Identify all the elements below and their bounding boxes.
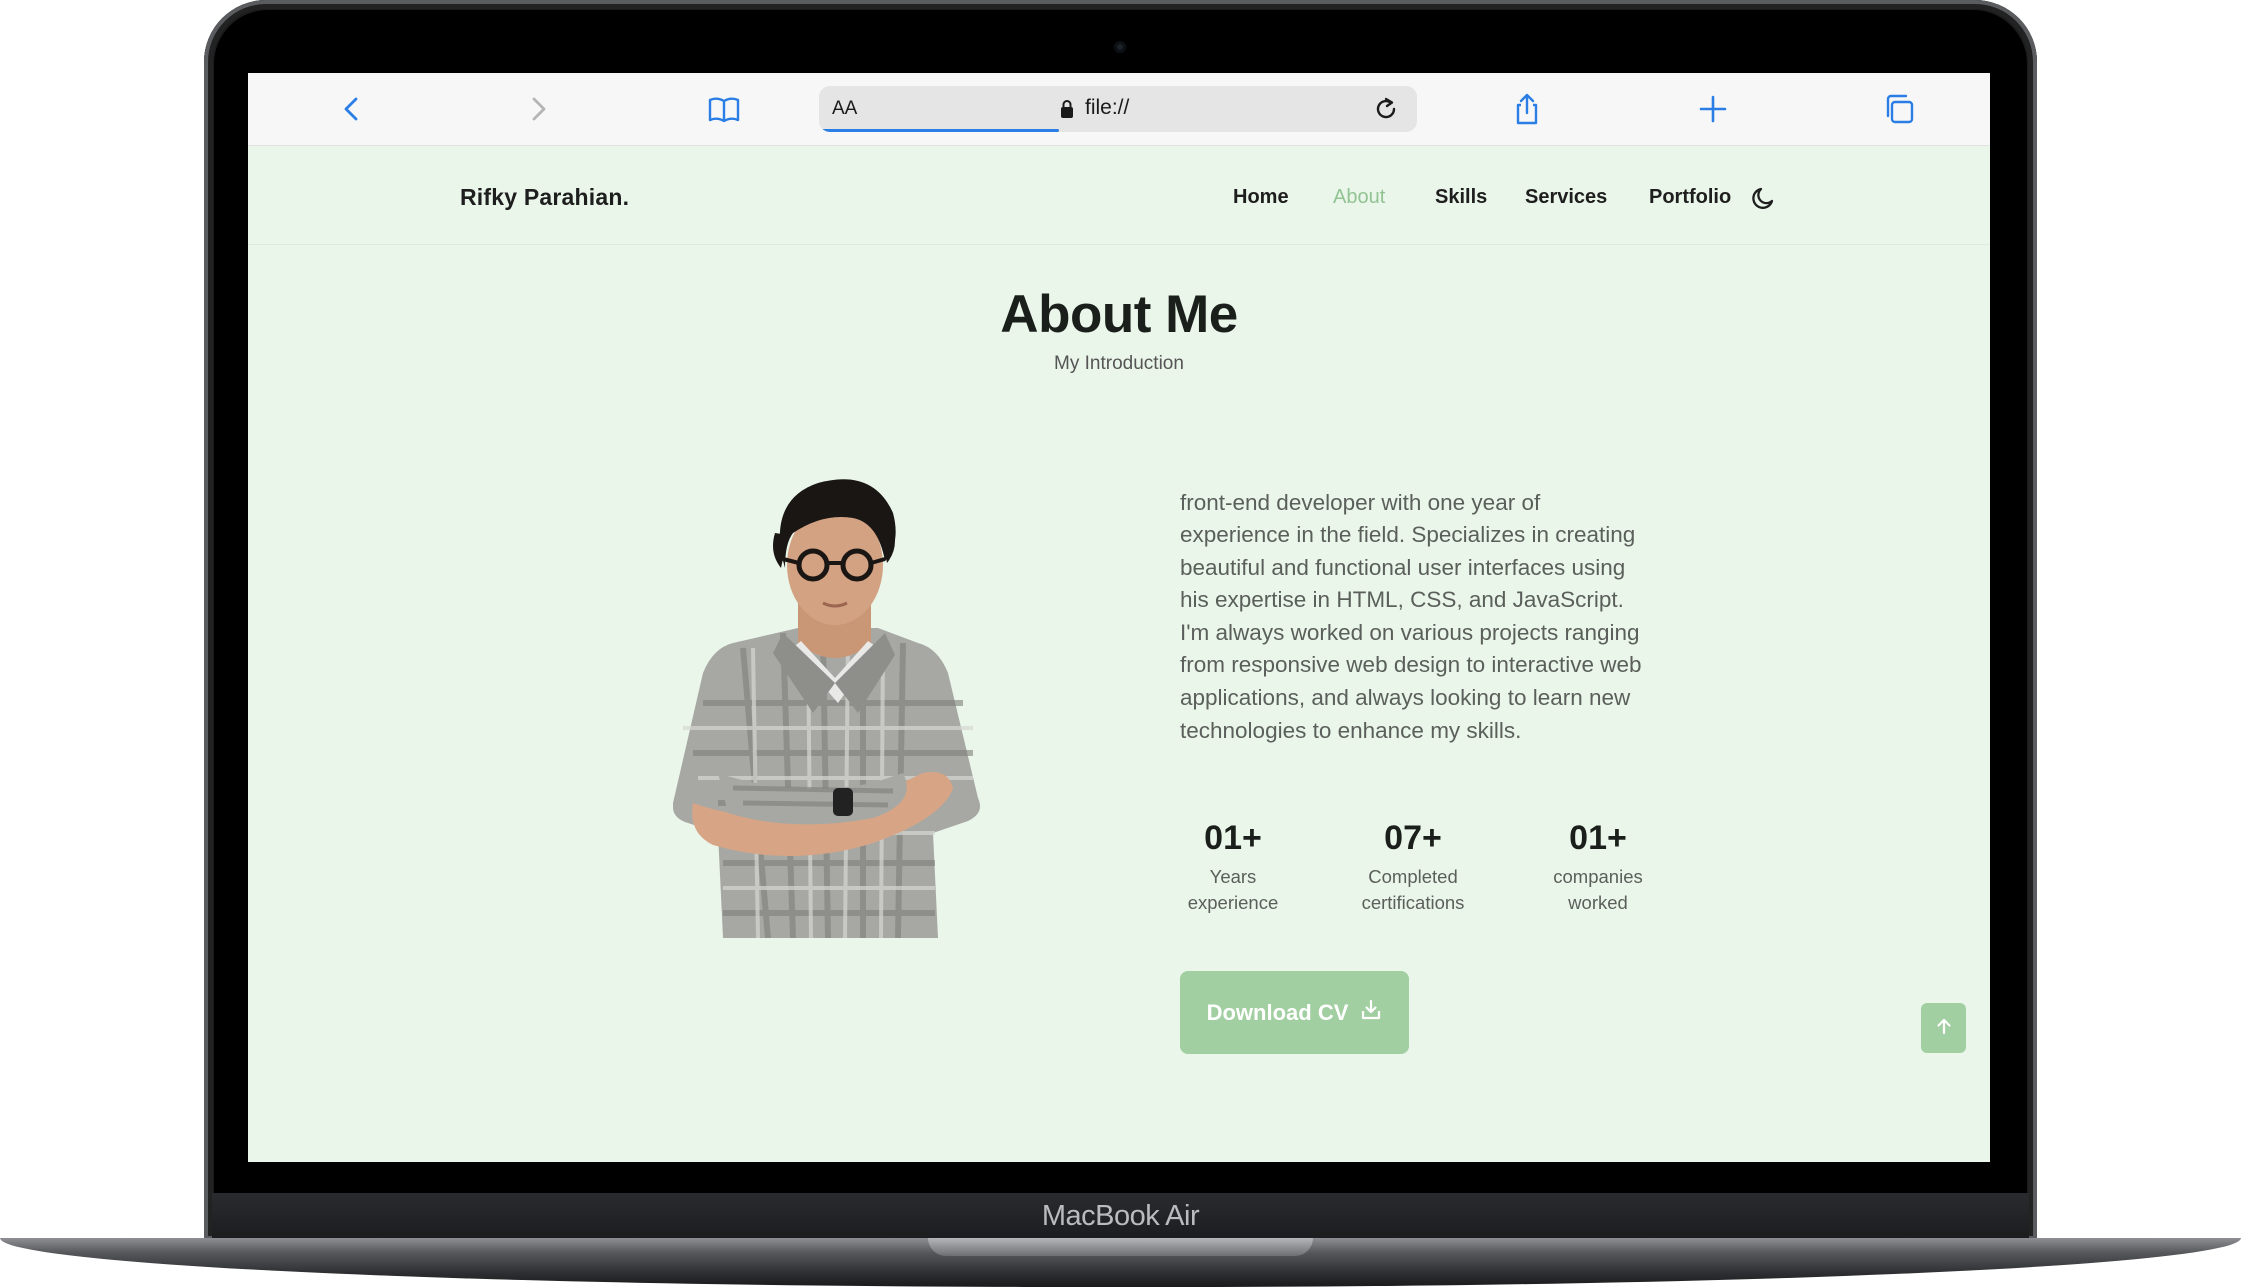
nav-skills[interactable]: Skills — [1435, 186, 1487, 209]
stat-certifications: 07+ Completed certifications — [1345, 818, 1481, 916]
download-cv-button[interactable]: Download CV — [1180, 971, 1409, 1054]
lock-icon — [1060, 99, 1074, 124]
url-text: file:// — [1085, 96, 1130, 119]
stat-label: Years — [1209, 866, 1257, 887]
nav-about[interactable]: About — [1333, 186, 1385, 209]
nav-portfolio[interactable]: Portfolio — [1649, 186, 1731, 209]
browser-toolbar: AA file:// — [248, 73, 1990, 146]
back-icon[interactable] — [335, 91, 371, 127]
scroll-top-button[interactable] — [1921, 1003, 1966, 1053]
download-icon — [1360, 999, 1382, 1027]
moon-icon[interactable] — [1750, 184, 1778, 217]
camera-icon — [1114, 41, 1126, 53]
nav-services[interactable]: Services — [1525, 186, 1607, 209]
page-load-progress — [819, 129, 1059, 132]
forward-icon[interactable] — [519, 91, 555, 127]
bookmarks-icon[interactable] — [706, 91, 742, 127]
about-description: front-end developer with one year of exp… — [1180, 489, 1642, 743]
share-icon[interactable] — [1509, 91, 1545, 127]
download-cv-label: Download CV — [1206, 999, 1349, 1025]
site-header: Rifky Parahian. Home About Skills Servic… — [248, 145, 1990, 245]
address-bar[interactable]: AA file:// — [819, 86, 1417, 132]
tabs-icon[interactable] — [1881, 91, 1917, 127]
stat-label: certifications — [1361, 892, 1465, 913]
reload-icon[interactable] — [1372, 95, 1400, 128]
stat-label: experience — [1187, 892, 1279, 913]
stat-value: 01+ — [1569, 819, 1627, 857]
stat-companies: 01+ companies worked — [1536, 818, 1660, 916]
stat-label: companies — [1553, 866, 1643, 887]
profile-photo — [673, 479, 980, 938]
site-logo[interactable]: Rifky Parahian. — [460, 184, 629, 211]
section-title: About Me — [1000, 285, 1238, 344]
stat-label: Completed — [1368, 866, 1458, 887]
browser-screen: AA file:// Rifky Parahian. Home About Sk… — [248, 73, 1990, 1162]
stat-label: worked — [1568, 892, 1628, 913]
stat-years: 01+ Years experience — [1180, 818, 1286, 916]
section-subtitle: My Introduction — [1054, 353, 1184, 374]
stat-value: 01+ — [1204, 819, 1262, 857]
arrow-up-icon — [1934, 1016, 1954, 1041]
laptop-hinge-notch — [928, 1238, 1313, 1256]
new-tab-icon[interactable] — [1695, 91, 1731, 127]
nav-home[interactable]: Home — [1233, 186, 1289, 209]
stat-value: 07+ — [1384, 819, 1442, 857]
device-label: MacBook Air — [1041, 1200, 1200, 1232]
text-size-button[interactable]: AA — [832, 98, 857, 120]
